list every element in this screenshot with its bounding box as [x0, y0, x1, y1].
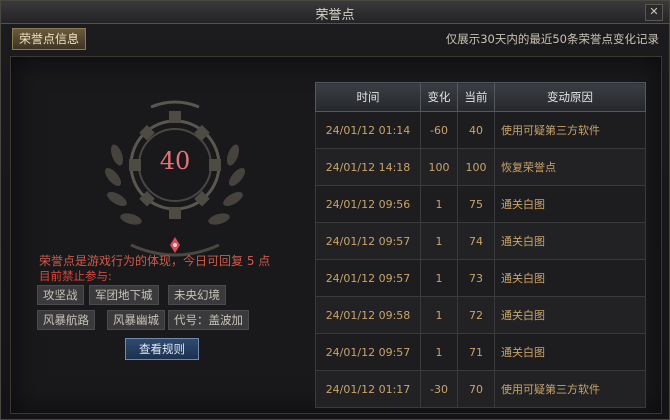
cell-current: 70: [457, 370, 495, 408]
table-row: 24/01/12 09:56 1 75 通关白图: [315, 185, 646, 223]
cell-change: -30: [420, 370, 458, 408]
column-header-change: 变化: [420, 82, 458, 112]
forbidden-title: 目前禁止参与:: [39, 269, 112, 283]
table-row: 24/01/12 09:57 1 74 通关白图: [315, 222, 646, 260]
cell-reason: 通关白图: [494, 259, 646, 297]
cell-current: 74: [457, 222, 495, 260]
title-bar[interactable]: 荣誉点 ✕: [1, 1, 669, 24]
restricted-item: 军团地下城: [89, 285, 159, 305]
view-rules-button[interactable]: 查看规则: [125, 338, 199, 360]
table-row: 24/01/12 09:58 1 72 通关白图: [315, 296, 646, 334]
honor-description: 荣誉点是游戏行为的体现，今日可回复 5 点: [39, 254, 271, 268]
cell-change: 1: [420, 185, 458, 223]
column-header-current: 当前: [457, 82, 495, 112]
cell-change: 100: [420, 148, 458, 186]
honor-score: 40: [159, 147, 191, 175]
honor-emblem-icon: [104, 100, 246, 257]
cell-current: 71: [457, 333, 495, 371]
window-title: 荣誉点: [315, 8, 355, 23]
column-header-time: 时间: [315, 82, 421, 112]
cell-reason: 通关白图: [494, 333, 646, 371]
table-row: 24/01/12 01:17 -30 70 使用可疑第三方软件: [315, 370, 646, 408]
cell-reason: 使用可疑第三方软件: [494, 111, 646, 149]
cell-time: 24/01/12 14:18: [315, 148, 421, 186]
cell-reason: 通关白图: [494, 185, 646, 223]
close-button[interactable]: ✕: [645, 4, 663, 21]
cell-change: 1: [420, 222, 458, 260]
table-row: 24/01/12 09:57 1 71 通关白图: [315, 333, 646, 371]
restricted-item: 攻坚战: [37, 285, 84, 305]
honor-record-table: 时间 变化 当前 变动原因 24/01/12 01:14 -60 40 使用可疑…: [315, 82, 646, 408]
table-header-row: 时间 变化 当前 变动原因: [315, 82, 646, 112]
tab-honor-info[interactable]: 荣誉点信息: [12, 28, 86, 50]
cell-time: 24/01/12 01:14: [315, 111, 421, 149]
record-notice: 仅展示30天内的最近50条荣誉点变化记录: [445, 32, 659, 46]
cell-current: 73: [457, 259, 495, 297]
cell-reason: 使用可疑第三方软件: [494, 370, 646, 408]
table-row: 24/01/12 14:18 100 100 恢复荣誉点: [315, 148, 646, 186]
cell-time: 24/01/12 09:58: [315, 296, 421, 334]
cell-reason: 通关白图: [494, 222, 646, 260]
cell-current: 72: [457, 296, 495, 334]
cell-change: 1: [420, 296, 458, 334]
cell-change: 1: [420, 333, 458, 371]
restricted-item: 风暴幽城: [107, 310, 165, 330]
cell-time: 24/01/12 09:57: [315, 259, 421, 297]
column-header-reason: 变动原因: [494, 82, 646, 112]
cell-time: 24/01/12 01:17: [315, 370, 421, 408]
restricted-item: 风暴航路: [37, 310, 95, 330]
cell-time: 24/01/12 09:57: [315, 222, 421, 260]
table-row: 24/01/12 09:57 1 73 通关白图: [315, 259, 646, 297]
table-row: 24/01/12 01:14 -60 40 使用可疑第三方软件: [315, 111, 646, 149]
cell-current: 75: [457, 185, 495, 223]
restricted-item: 代号：盖波加: [168, 310, 249, 330]
cell-reason: 通关白图: [494, 296, 646, 334]
cell-reason: 恢复荣誉点: [494, 148, 646, 186]
cell-current: 40: [457, 111, 495, 149]
cell-time: 24/01/12 09:56: [315, 185, 421, 223]
cell-change: -60: [420, 111, 458, 149]
cell-current: 100: [457, 148, 495, 186]
main-panel: 40 荣誉点是游戏行为的体现，今日可回复 5 点 目前禁止参与: 攻坚战 军团地…: [10, 56, 662, 414]
cell-time: 24/01/12 09:57: [315, 333, 421, 371]
restricted-item: 未央幻境: [168, 285, 226, 305]
honor-window: 荣誉点 ✕ 荣誉点信息 仅展示30天内的最近50条荣誉点变化记录 40 荣誉点是…: [0, 0, 670, 420]
cell-change: 1: [420, 259, 458, 297]
